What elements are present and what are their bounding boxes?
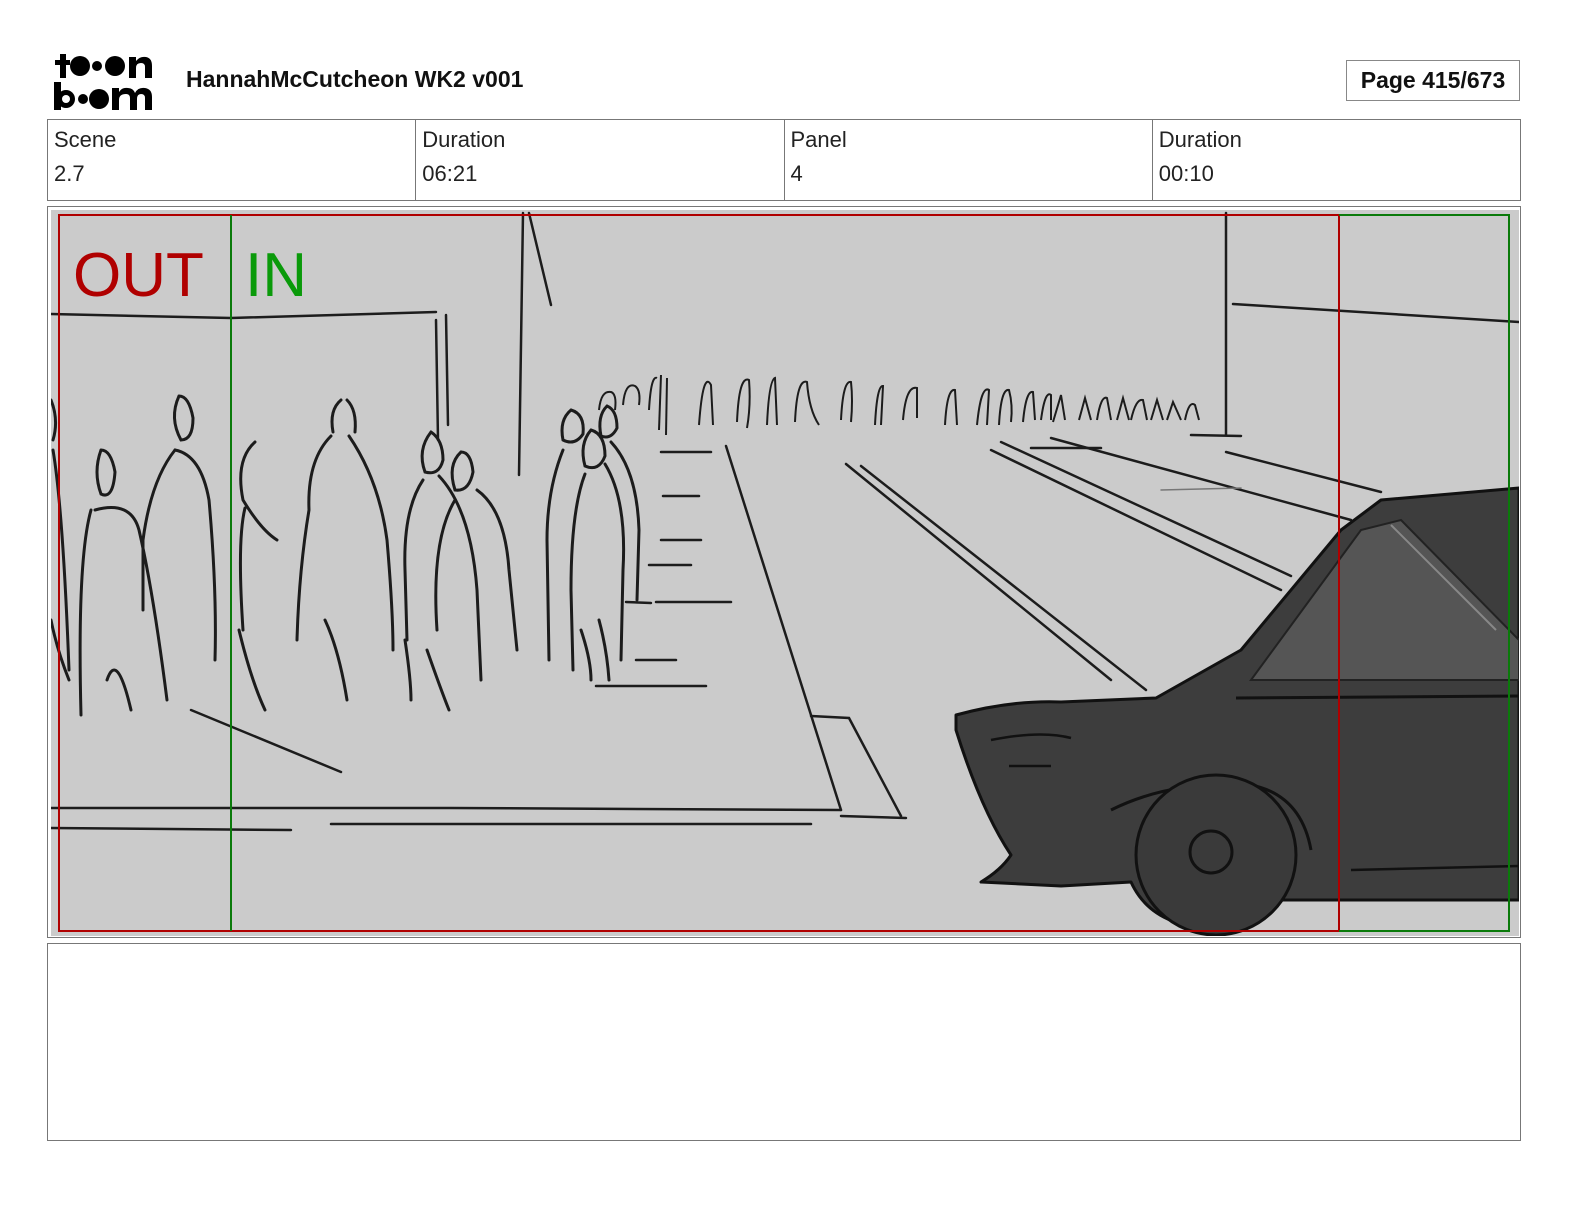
in-marker: IN [245,241,307,310]
panel-duration-label: Duration [1158,127,1242,152]
scene-duration-value: 06:21 [422,161,478,186]
page-indicator: Page 415/673 [1346,60,1520,101]
scene-value: 2.7 [54,161,85,186]
out-marker: OUT [73,241,204,310]
scene-duration-label: Duration [422,127,506,152]
toonboom-logo [52,50,164,112]
panel-value: 4 [790,161,803,186]
car-hubcap [1188,829,1234,875]
document-title: HannahMcCutcheon WK2 v001 [186,66,524,92]
panel-info-table: Scene 2.7 Duration 06:21 Panel 4 Duratio… [47,119,1521,201]
panel-sketch: OUT IN [51,210,1519,936]
panel-notes-area [47,943,1521,1141]
panel-cell: Panel 4 [785,120,1153,200]
scene-duration-cell: Duration 06:21 [416,120,785,200]
panel-label: Panel [790,127,847,152]
panel-duration-value: 00:10 [1158,161,1214,186]
scene-cell: Scene 2.7 [48,120,417,200]
panel-duration-cell: Duration 00:10 [1153,120,1520,200]
scene-label: Scene [54,127,117,152]
storyboard-panel: OUT IN [47,206,1521,938]
